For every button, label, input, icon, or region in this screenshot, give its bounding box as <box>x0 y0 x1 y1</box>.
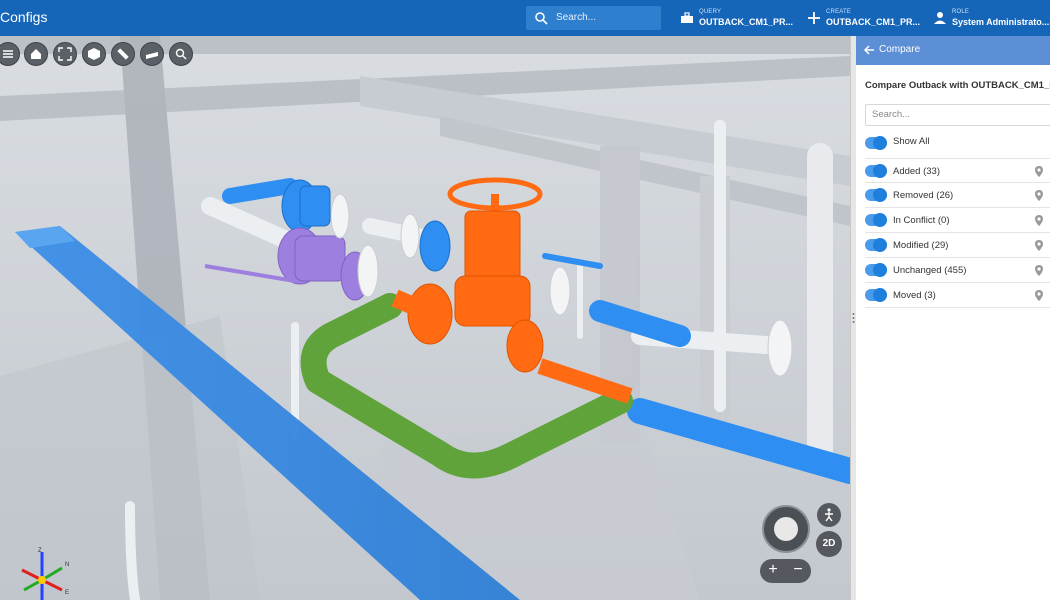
top-bar: Configs Search... QUERY OUTBACK_CM1_PR..… <box>0 0 1050 36</box>
search-icon <box>535 12 548 25</box>
panel-title: Compare <box>879 44 921 55</box>
user-icon <box>934 12 946 24</box>
plus-icon <box>808 12 820 24</box>
map-pin-icon[interactable] <box>1034 165 1044 178</box>
show-all-label: Show All <box>893 136 930 147</box>
create-menu[interactable]: CREATE OUTBACK_CM1_PR... <box>807 0 921 36</box>
zoom-control: + − <box>760 559 811 583</box>
map-pin-icon[interactable] <box>1034 214 1044 227</box>
removed-label: Removed (26) <box>893 190 954 201</box>
query-value: OUTBACK_CM1_PR... <box>699 17 794 27</box>
compare-row-moved: Moved (3) <box>865 283 1050 308</box>
compare-subtitle: Compare Outback with OUTBACK_CM1_PR <box>865 80 1050 91</box>
axis-n-label: N <box>65 562 69 568</box>
cube-view-button[interactable] <box>82 42 106 66</box>
role-menu[interactable]: ROLE System Administrato... <box>933 0 1050 36</box>
modified-toggle[interactable] <box>865 238 887 252</box>
role-caption: ROLE <box>952 9 970 15</box>
home-icon <box>31 49 41 59</box>
2d-view-button[interactable]: 2D <box>816 531 842 557</box>
cube-view-icon <box>88 48 100 60</box>
create-caption: CREATE <box>826 9 852 15</box>
walk-mode-button[interactable] <box>817 503 841 527</box>
modified-label: Modified (29) <box>893 240 949 251</box>
query-menu[interactable]: QUERY OUTBACK_CM1_PR... <box>680 0 794 36</box>
zoom-out-button[interactable]: − <box>787 560 809 582</box>
model-viewport[interactable]: Z N E 2D + − <box>0 36 850 600</box>
person-walk-icon <box>825 508 833 522</box>
unchanged-label: Unchanged (455) <box>893 265 967 276</box>
map-pin-icon[interactable] <box>1034 189 1044 202</box>
moved-toggle[interactable] <box>865 288 887 302</box>
added-toggle[interactable] <box>865 164 887 178</box>
home-button[interactable] <box>24 42 48 66</box>
panel-search-input[interactable]: Search... <box>865 104 1050 126</box>
compare-row-unchanged: Unchanged (455) <box>865 258 1050 283</box>
section-icon <box>146 52 158 59</box>
plant-3d-scene <box>0 36 850 600</box>
map-pin-icon[interactable] <box>1034 264 1044 277</box>
compare-row-added: Added (33) <box>865 158 1050 183</box>
show-all-row: Show All <box>865 136 1050 150</box>
measure-icon <box>117 48 129 60</box>
map-pin-icon[interactable] <box>1034 289 1044 302</box>
axis-triad-icon: Z N E <box>21 548 69 600</box>
query-caption: QUERY <box>699 9 722 15</box>
compass-icon <box>774 517 798 541</box>
search-placeholder: Search... <box>556 12 597 23</box>
in-conflict-label: In Conflict (0) <box>893 215 950 226</box>
zoom-in-button[interactable]: + <box>762 560 784 582</box>
map-pin-icon[interactable] <box>1034 239 1044 252</box>
measure-button[interactable] <box>111 42 135 66</box>
fit-view-icon <box>58 47 72 61</box>
create-value: OUTBACK_CM1_PR... <box>826 17 921 27</box>
back-arrow-icon[interactable] <box>863 44 875 56</box>
axis-z-label: Z <box>38 548 42 554</box>
compare-row-removed: Removed (26) <box>865 183 1050 208</box>
compare-row-modified: Modified (29) <box>865 233 1050 258</box>
unchanged-toggle[interactable] <box>865 263 887 277</box>
compare-row-in-conflict: In Conflict (0) <box>865 208 1050 233</box>
compass-control[interactable] <box>762 505 810 553</box>
briefcase-icon <box>681 12 693 23</box>
compare-panel: Compare Compare Outback with OUTBACK_CM1… <box>856 36 1050 600</box>
app-title: Configs <box>0 9 48 25</box>
axis-e-label: E <box>65 590 69 596</box>
zoom-search-button[interactable] <box>169 42 193 66</box>
added-label: Added (33) <box>893 166 941 177</box>
moved-label: Moved (3) <box>893 290 936 301</box>
role-value: System Administrato... <box>952 17 1050 27</box>
show-all-toggle[interactable] <box>865 136 887 150</box>
menu-icon <box>3 50 13 58</box>
global-search[interactable]: Search... <box>526 6 661 30</box>
grip-icon <box>852 313 855 323</box>
section-button[interactable] <box>140 42 164 66</box>
in-conflict-toggle[interactable] <box>865 213 887 227</box>
removed-toggle[interactable] <box>865 188 887 202</box>
fit-view-button[interactable] <box>53 42 77 66</box>
compare-panel-header: Compare <box>856 36 1050 65</box>
zoom-search-icon <box>175 48 187 60</box>
